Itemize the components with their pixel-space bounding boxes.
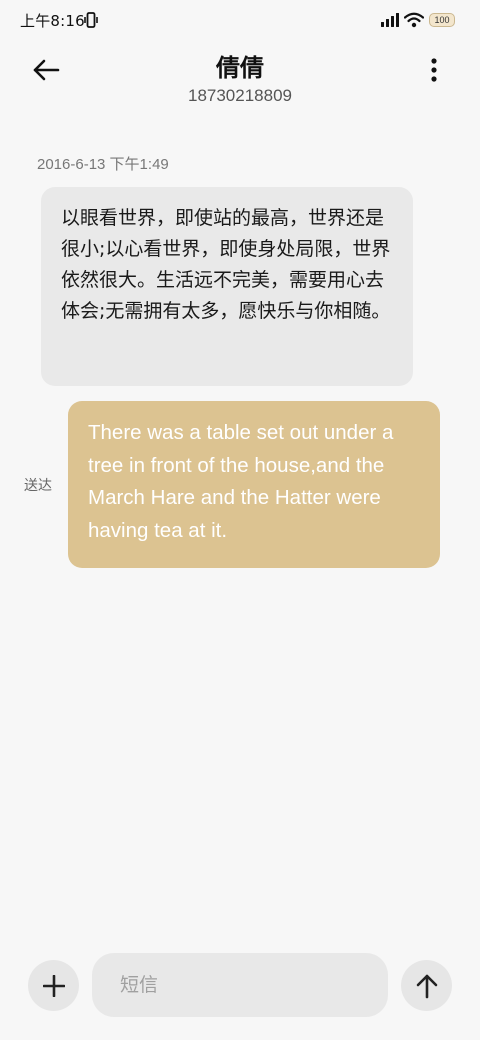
signal-icon (381, 13, 399, 27)
send-button[interactable] (401, 960, 452, 1011)
status-bar: 上午8:16 100 (0, 0, 480, 40)
contact-number: 18730218809 (187, 86, 292, 105)
contact-name: 倩倩 (216, 54, 264, 82)
vibrate-icon (84, 12, 98, 28)
more-options-button[interactable] (414, 50, 454, 90)
more-vertical-icon (431, 58, 437, 82)
status-time: 上午8:16 (20, 12, 85, 30)
arrow-up-icon (416, 974, 437, 998)
wifi-icon (404, 12, 424, 28)
battery-icon: 100 (429, 13, 455, 27)
attach-button[interactable] (28, 960, 79, 1011)
received-message-bubble[interactable]: 以眼看世界，即使站的最高，世界还是很小;以心看世界，即使身处局限，世界依然很大。… (41, 187, 413, 386)
message-timestamp: 2016-6-13 下午1:49 (37, 156, 169, 173)
message-input[interactable] (92, 953, 388, 1017)
sms-conversation-screen: 上午8:16 100 倩倩 18730218809 2016-6-13 下午1:… (0, 0, 480, 1040)
delivery-status: 送达 (24, 478, 52, 494)
sent-message-bubble[interactable]: There was a table set out under a tree i… (68, 401, 440, 568)
plus-icon (42, 974, 65, 997)
